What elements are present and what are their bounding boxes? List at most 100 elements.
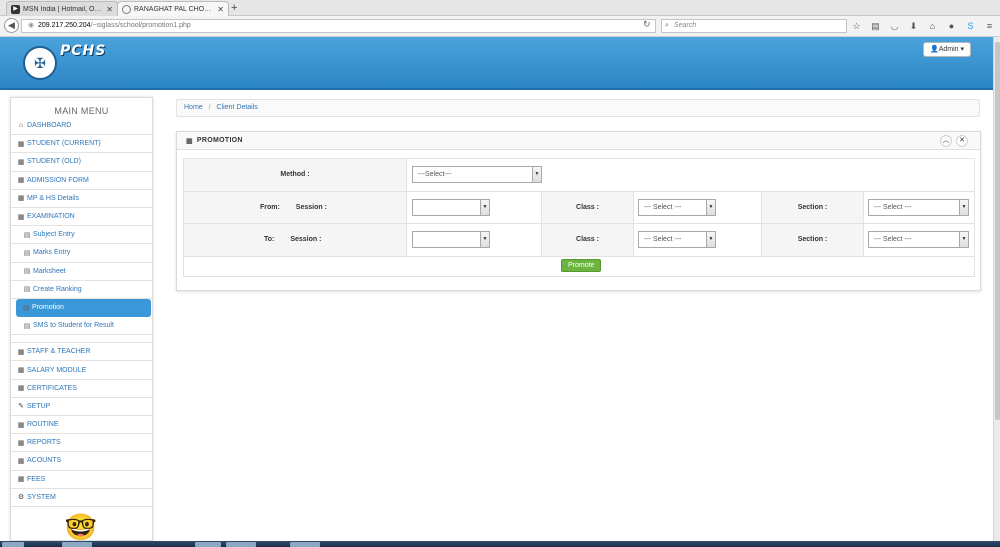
sidebar-subitem-promotion[interactable]: ▤ Promotion <box>16 298 151 318</box>
from-session-select[interactable]: ▼ <box>412 198 490 216</box>
sidebar-item-system[interactable]: ⚙ SYSTEM <box>11 489 152 507</box>
sidebar-item-label: EXAMINATION <box>27 213 75 221</box>
sidebar-item-staff-teacher[interactable]: ▦ STAFF & TEACHER <box>11 343 152 362</box>
chevron-down-icon: ▼ <box>959 232 968 248</box>
from-class-value: --- Select --- <box>644 203 682 211</box>
to-class-select[interactable]: --- Select --- ▼ <box>638 231 716 249</box>
sidebar-item-student-current[interactable]: ▦ STUDENT (CURRENT) <box>11 135 152 154</box>
sidebar-title: MAIN MENU <box>54 106 109 116</box>
sidebar-item-label: ACOUNTS <box>27 457 62 465</box>
pocket-icon[interactable]: ◡ <box>888 20 901 32</box>
sidebar-item-examination[interactable]: ▦ EXAMINATION <box>11 208 152 227</box>
os-taskbar <box>0 541 1000 547</box>
to-section-label: Section : <box>761 223 864 257</box>
list-icon: ▤ <box>23 231 31 239</box>
cartoon-mascot-image: 🤓 <box>64 512 98 541</box>
browser-tab-msn[interactable]: ▶ MSN India | Hotmail, Outlo... ✕ <box>6 1 118 16</box>
sidebar-item-label: Marks Entry <box>33 249 71 257</box>
taskbar-app-button[interactable] <box>62 542 92 547</box>
new-tab-icon[interactable]: + <box>231 2 237 14</box>
grid-icon: ▦ <box>17 421 25 429</box>
skype-icon[interactable]: S <box>964 20 977 32</box>
sidebar-item-mp-hs-details[interactable]: ▦ MP & HS Details <box>11 190 152 208</box>
tab-title: RANAGHAT PAL CHOWD... <box>134 5 215 13</box>
method-select-value: ---Select--- <box>418 171 452 179</box>
from-section-label: Section : <box>761 190 864 224</box>
list-icon: ▤ <box>23 322 31 330</box>
breadcrumb-home-link[interactable]: Home <box>184 104 203 111</box>
breadcrumb-current-link[interactable]: Client Details <box>217 104 258 111</box>
chevron-down-icon: ▼ <box>706 199 715 215</box>
close-icon[interactable]: ✕ <box>956 135 968 147</box>
home-icon[interactable]: ⌂ <box>926 20 939 32</box>
home-icon: ⌂ <box>18 122 24 130</box>
sidebar-item-label: Marksheet <box>33 267 66 275</box>
browser-search-input[interactable]: ⌕ Search <box>661 19 847 33</box>
sidebar-item-label: CERTIFICATES <box>27 384 77 392</box>
list-icon: ▤ <box>22 304 30 312</box>
download-icon[interactable]: ⬇ <box>907 20 920 32</box>
promote-button[interactable]: Promote <box>561 259 602 272</box>
sidebar-item-admission-form[interactable]: ▦ ADMISSION FORM <box>11 172 152 190</box>
address-bar[interactable]: ◉ 209.217.250.204/~siglass/school/promoti… <box>21 19 656 33</box>
grid-icon: ▦ <box>17 348 25 356</box>
to-section-select[interactable]: --- Select --- ▼ <box>868 231 969 249</box>
page-scrollbar[interactable] <box>993 37 1000 541</box>
close-tab-icon[interactable]: ✕ <box>217 5 224 14</box>
start-button[interactable] <box>2 542 24 547</box>
from-section-select[interactable]: --- Select --- ▼ <box>868 198 969 216</box>
back-arrow-icon[interactable]: ◀ <box>4 18 19 33</box>
url-host: 209.217.250.204 <box>38 22 91 29</box>
sidebar-item-fees[interactable]: ▦ FEES <box>11 471 152 489</box>
taskbar-app-button[interactable] <box>226 542 256 547</box>
globe-favicon-icon <box>122 4 131 14</box>
sidebar-subitem-marksheet[interactable]: ▤ Marksheet <box>11 263 152 281</box>
sidebar-item-student-old[interactable]: ▦ STUDENT (OLD) <box>11 153 152 172</box>
admin-label: Admin <box>938 46 959 53</box>
sidebar-subitem-sms-result[interactable]: ▤ SMS to Student for Result <box>11 317 152 336</box>
browser-nav-bar: ◀ ◉ 209.217.250.204/~siglass/school/promo… <box>0 16 1000 37</box>
list-icon: ▤ <box>23 268 31 276</box>
taskbar-app-button[interactable] <box>195 542 221 547</box>
sidebar-item-reports[interactable]: ▦ REPORTS <box>11 434 152 453</box>
method-select[interactable]: ---Select--- ▼ <box>412 166 542 184</box>
admin-dropdown-button[interactable]: 👤Admin ▾ <box>923 42 972 57</box>
from-session-cell: ▼ <box>406 190 542 224</box>
to-class-label: Class : <box>541 223 634 257</box>
sidebar-item-acounts[interactable]: ▦ ACOUNTS <box>11 452 152 471</box>
sidebar-item-certificates[interactable]: ▦ CERTIFICATES <box>11 380 152 398</box>
to-class-value: --- Select --- <box>644 236 682 244</box>
from-session-label: Session : <box>295 203 327 211</box>
reload-icon[interactable]: ↻ <box>643 19 651 30</box>
sidebar-item-routine[interactable]: ▦ ROUTINE <box>11 416 152 435</box>
sidebar-item-setup[interactable]: ✎ SETUP <box>11 398 152 416</box>
sidebar: MAIN MENU ⌂ DASHBOARD ▦ STUDENT (CURRENT) … <box>10 97 153 541</box>
wrench-icon: ✎ <box>18 403 24 411</box>
brand-name: PCHS <box>60 43 107 59</box>
from-row: From: Session : ▼ Class : --- Select ---… <box>183 190 975 224</box>
bookmark-star-icon[interactable]: ☆ <box>850 20 863 32</box>
reading-list-icon[interactable]: ▤ <box>869 20 882 32</box>
close-tab-icon[interactable]: ✕ <box>106 5 113 14</box>
chat-icon[interactable]: ● <box>945 20 958 32</box>
sidebar-subitem-create-ranking[interactable]: ▤ Create Ranking <box>11 281 152 299</box>
tab-title: MSN India | Hotmail, Outlo... <box>23 5 104 13</box>
sidebar-subitem-subject-entry[interactable]: ▤ Subject Entry <box>11 226 152 245</box>
to-session-cell: ▼ <box>406 223 542 257</box>
sidebar-item-salary-module[interactable]: ▦ SALARY MODULE <box>11 361 152 380</box>
sidebar-item-dashboard[interactable]: ⌂ DASHBOARD <box>11 117 152 136</box>
from-class-label: Class : <box>541 190 634 224</box>
to-label: To: <box>264 236 275 244</box>
taskbar-app-button[interactable] <box>290 542 320 547</box>
browser-tab-bar: ▶ MSN India | Hotmail, Outlo... ✕ RANAGH… <box>0 0 1000 16</box>
browser-tab-school[interactable]: RANAGHAT PAL CHOWD... ✕ <box>117 1 229 16</box>
collapse-chevron-up-icon[interactable]: ︿ <box>940 135 952 147</box>
site-info-icon[interactable]: ◉ <box>28 20 36 32</box>
from-class-select[interactable]: --- Select --- ▼ <box>638 198 716 216</box>
scrollbar-thumb[interactable] <box>995 42 1000 420</box>
to-session-select[interactable]: ▼ <box>412 231 490 249</box>
menu-icon[interactable]: ≡ <box>983 20 996 32</box>
sidebar-item-label: DASHBOARD <box>27 122 72 130</box>
sidebar-subitem-marks-entry[interactable]: ▤ Marks Entry <box>11 244 152 263</box>
app-header: ✠ PCHS 👤Admin ▾ <box>0 37 993 90</box>
